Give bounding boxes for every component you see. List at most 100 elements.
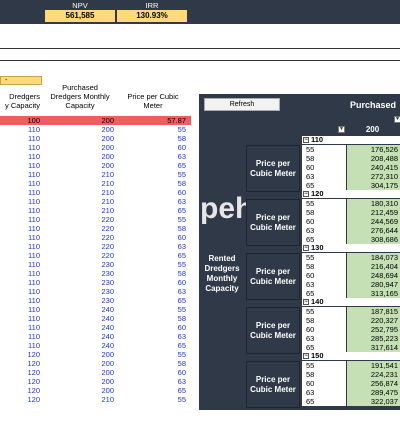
purchased-capacity-cell: 230 <box>101 260 114 269</box>
price-key-cell: 63 <box>302 172 346 181</box>
filter-dropdown-icon[interactable]: ▼ <box>338 126 345 133</box>
pivot-group-label: 120 <box>311 189 324 198</box>
npv-value-cell: 176,526 <box>347 145 400 154</box>
pivot-title: Purchased <box>350 100 397 110</box>
price-cell: 65 <box>177 206 186 215</box>
price-per-cubic-meter-header: Price per Cubic Meter <box>127 92 179 110</box>
price-cell: 58 <box>177 314 186 323</box>
price-cell: 55 <box>177 215 186 224</box>
purchased-capacity-cell: 240 <box>101 341 114 350</box>
price-cell: 58 <box>177 134 186 143</box>
table-row: 110 230 58 <box>0 269 191 278</box>
price-key-cell: 65 <box>302 235 346 244</box>
collapse-icon[interactable]: − <box>303 191 309 197</box>
pivot-group-label: 110 <box>311 135 324 144</box>
npv-value-cell: 187,815 <box>347 307 400 316</box>
pivot-group-header[interactable]: −150 <box>302 352 400 360</box>
pivot-row: 55 191,541 <box>302 361 400 370</box>
npv-value-cell: 208,488 <box>347 154 400 163</box>
pivot-row: 58 224,231 <box>302 370 400 379</box>
purchased-capacity-cell: 210 <box>101 188 114 197</box>
table-row: 110 220 58 <box>0 224 191 233</box>
purchased-capacity-cell: 200 <box>101 368 114 377</box>
npv-value-cell: 252,795 <box>347 325 400 334</box>
purchased-capacity-cell: 240 <box>101 305 114 314</box>
price-key-cell: 55 <box>302 361 346 370</box>
price-key-cell: 63 <box>302 280 346 289</box>
pivot-group-label: 140 <box>311 297 324 306</box>
pivot-row: 60 248,694 <box>302 271 400 280</box>
refresh-button[interactable]: Refresh <box>204 98 280 111</box>
rented-capacity-cell: 110 <box>28 323 40 332</box>
collapse-icon[interactable]: − <box>303 353 309 359</box>
price-cell: 55 <box>177 125 186 134</box>
table-row: 110 230 55 <box>0 260 191 269</box>
npv-value-cell: 191,541 <box>347 361 400 370</box>
npv-value: 561,585 <box>45 10 115 22</box>
price-cell: 65 <box>177 296 186 305</box>
collapse-icon[interactable]: − <box>303 245 309 251</box>
npv-value-cell: 317,614 <box>347 343 400 352</box>
price-cell: 55 <box>177 395 186 404</box>
rented-capacity-cell: 120 <box>27 386 40 395</box>
table-row: 110 200 55 <box>0 125 191 134</box>
price-cell: 58 <box>177 269 186 278</box>
divider <box>0 60 400 61</box>
purchased-capacity-cell: 220 <box>101 242 114 251</box>
rented-capacity-cell: 120 <box>27 350 40 359</box>
pivot-row: 58 208,488 <box>302 154 400 163</box>
irr-label: IRR <box>145 1 159 10</box>
npv-label: NPV <box>72 1 88 10</box>
pivot-group-header[interactable]: −140 <box>302 298 400 306</box>
npv-value-cell: 184,073 <box>347 253 400 262</box>
npv-value-cell: 280,947 <box>347 280 400 289</box>
price-key-cell: 60 <box>302 217 346 226</box>
collapse-icon[interactable]: − <box>303 299 309 305</box>
table-row: 110 210 60 <box>0 188 191 197</box>
purchased-capacity-cell: 200 <box>101 359 114 368</box>
npv-value-cell: 322,037 <box>347 397 400 406</box>
pivot-row: 58 212,459 <box>302 208 400 217</box>
price-key-cell: 63 <box>302 226 346 235</box>
pivot-group-header[interactable]: −130 <box>302 244 400 252</box>
npv-value-cell: 240,415 <box>347 163 400 172</box>
table-row: 110 200 65 <box>0 161 191 170</box>
npv-value-cell: 216,404 <box>347 262 400 271</box>
price-cell: 58 <box>177 224 186 233</box>
purchased-capacity-cell: 200 <box>101 143 114 152</box>
table-row: 110 200 63 <box>0 152 191 161</box>
price-cell: 60 <box>177 188 186 197</box>
price-cell: 57.87 <box>167 116 186 125</box>
rented-capacity-cell: 110 <box>28 197 40 206</box>
table-row: 120 200 55 <box>0 350 191 359</box>
pivot-group-header[interactable]: −110 <box>302 136 400 144</box>
price-key-cell: 58 <box>302 154 346 163</box>
price-cell: 55 <box>177 305 186 314</box>
price-key-cell: 65 <box>302 397 346 406</box>
table-row: 120 210 55 <box>0 395 191 404</box>
purchased-capacity-cell: 200 <box>101 152 114 161</box>
price-cell: 55 <box>177 170 186 179</box>
pivot-row: 58 216,404 <box>302 262 400 271</box>
kpi-bar: NPV 561,585 IRR 130.93% <box>0 0 400 24</box>
price-cell: 55 <box>177 260 186 269</box>
npv-value-cell: 220,327 <box>347 316 400 325</box>
irr-value: 130.93% <box>117 10 187 22</box>
pivot-group-header[interactable]: −120 <box>302 190 400 198</box>
rented-capacity-cell: 120 <box>27 395 40 404</box>
column-dropdown-icon[interactable]: ▼ <box>394 116 400 123</box>
rented-capacity-cell: 110 <box>28 224 40 233</box>
pivot-row: 60 256,874 <box>302 379 400 388</box>
pivot-row: 55 180,310 <box>302 199 400 208</box>
rented-capacity-cell: 100 <box>27 116 40 125</box>
purchased-capacity-cell: 240 <box>101 332 114 341</box>
table-row: 110 230 60 <box>0 278 191 287</box>
price-cell: 63 <box>177 332 186 341</box>
input-cell[interactable]: - <box>0 76 42 85</box>
price-cell: 60 <box>177 143 186 152</box>
rented-capacity-cell: 110 <box>28 143 40 152</box>
table-row: 110 240 65 <box>0 341 191 350</box>
collapse-icon[interactable]: − <box>303 137 309 143</box>
divider <box>0 48 400 49</box>
rented-capacity-cell: 110 <box>28 188 40 197</box>
